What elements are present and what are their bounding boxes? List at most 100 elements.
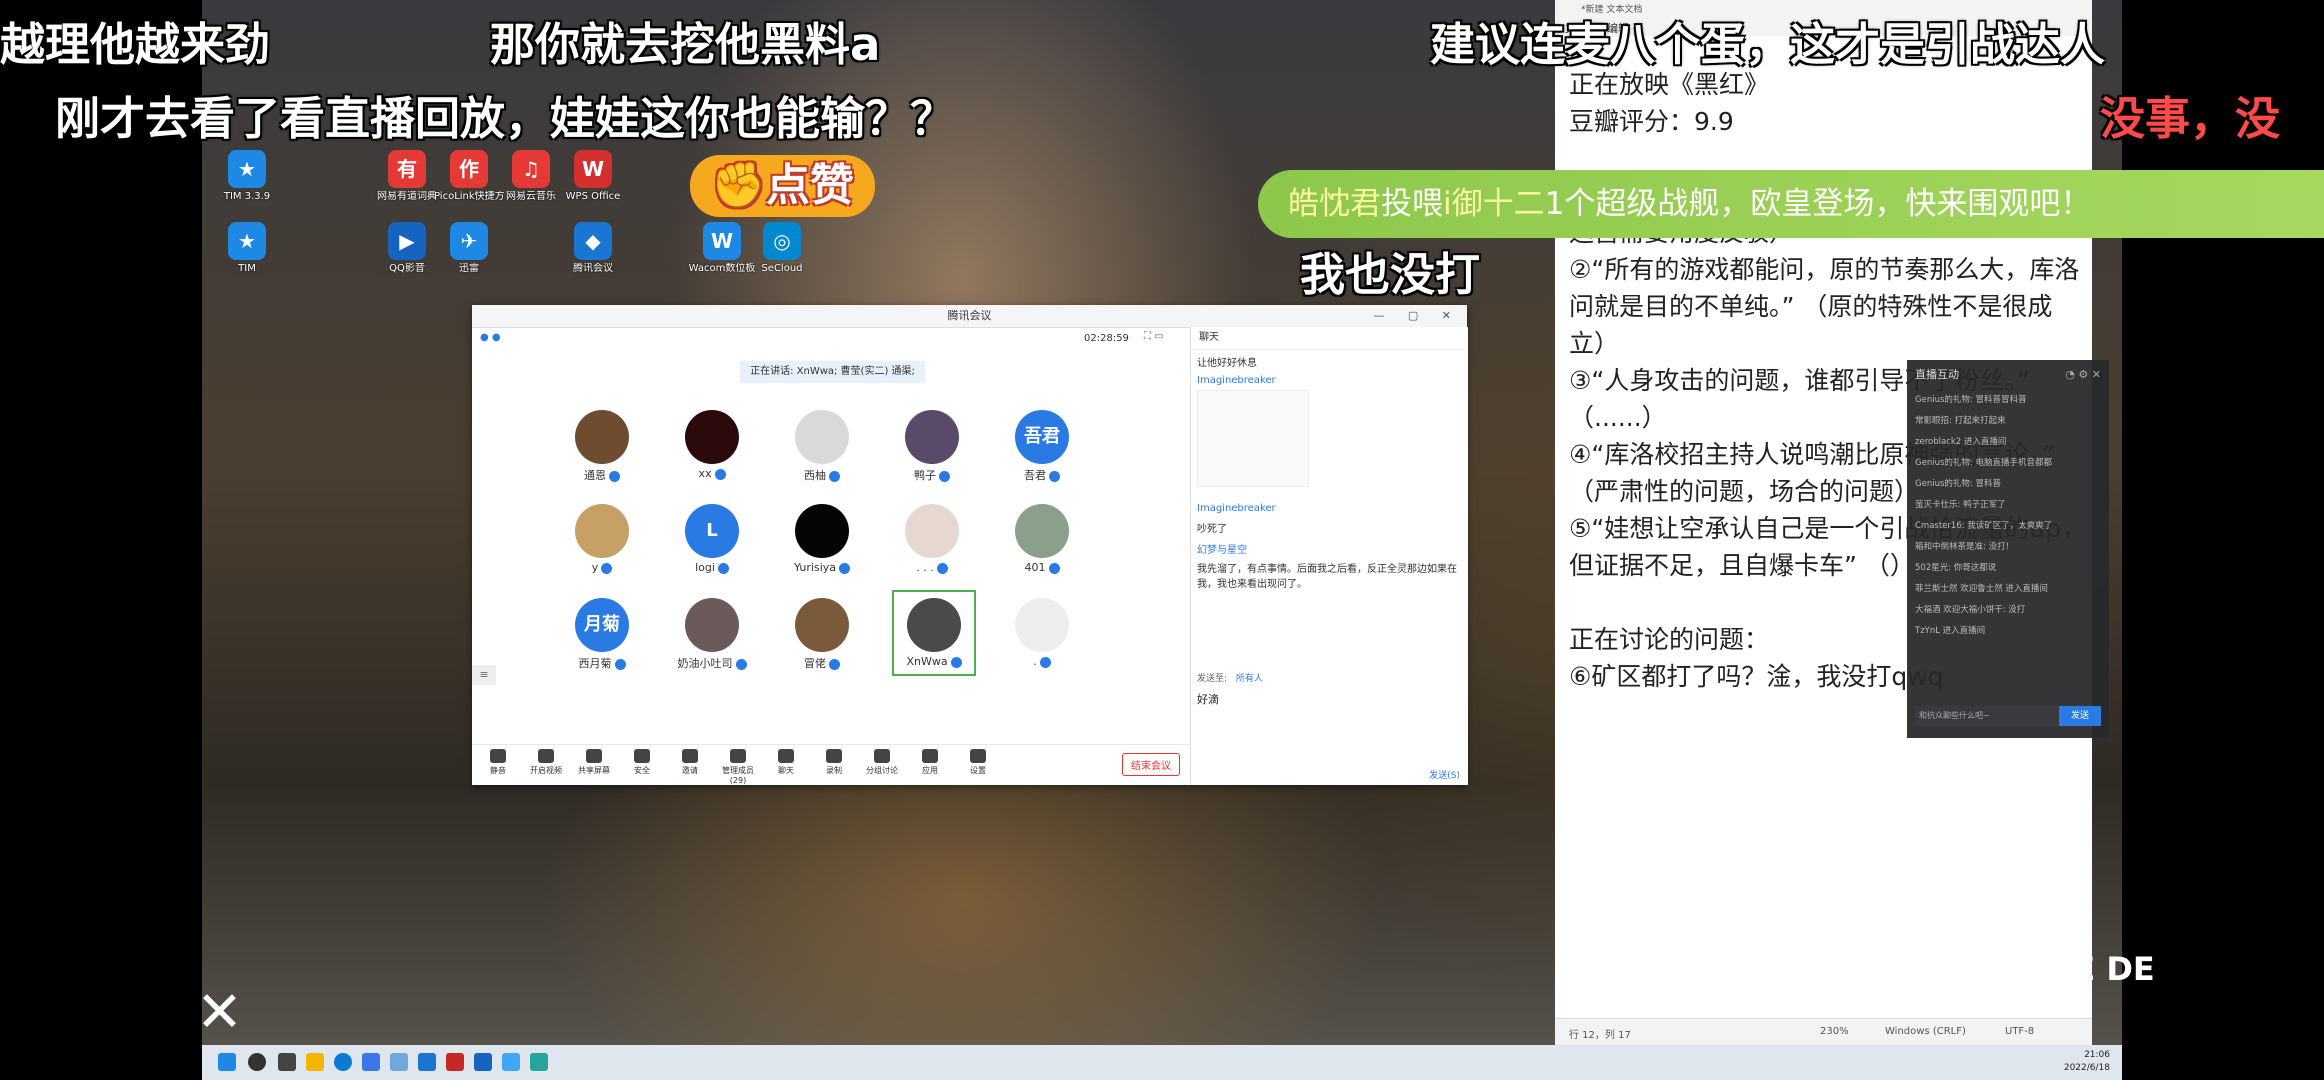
desktop-icon[interactable]: ★ TIM 3.3.9 <box>212 150 282 203</box>
toolbar-button[interactable]: 设置 <box>957 749 999 776</box>
toolbar-button[interactable]: 分组讨论 <box>861 749 903 776</box>
desktop-icon[interactable]: 有网易有道词典 <box>372 150 442 203</box>
participant-tile[interactable]: xx <box>672 410 752 480</box>
mic-icon <box>950 656 962 668</box>
participant-tile[interactable]: 月菊 西月菊 <box>562 598 642 671</box>
participant-tile[interactable]: 401 <box>1002 504 1082 574</box>
wps-icon: W <box>574 150 612 188</box>
chat-input[interactable]: 好滴 <box>1197 691 1461 761</box>
participant-name: 吾君 <box>1002 467 1082 483</box>
participant-tile[interactable]: 奶油小吐司 <box>672 598 752 671</box>
toolbar-label: 邀请 <box>682 766 698 775</box>
app-icon[interactable] <box>390 1053 408 1071</box>
fullscreen-icon[interactable]: ⛶ ▭ <box>1144 331 1164 342</box>
close-icon[interactable]: ◔ ⚙ ✕ <box>2065 360 2101 390</box>
mic-icon <box>936 562 948 574</box>
live-panel-title-text: 直播互动 <box>1915 368 1959 381</box>
toolbar-button[interactable]: 开启视频 <box>525 749 567 776</box>
task-view-icon[interactable] <box>278 1053 296 1071</box>
participant-avatar: 月菊 <box>575 598 629 652</box>
participant-avatar <box>575 410 629 464</box>
participant-tile[interactable]: y <box>562 504 642 574</box>
live-send-button[interactable]: 发送 <box>2059 706 2101 726</box>
system-clock[interactable]: 21:06 2022/6/18 <box>2064 1049 2110 1075</box>
desktop-icon[interactable]: ✈ 迅雷 <box>434 222 504 275</box>
desktop-icon[interactable]: ◎ SeCloud <box>747 222 817 275</box>
left-letterbox <box>0 0 202 1080</box>
notepad-icon[interactable] <box>530 1053 548 1071</box>
app-icon[interactable] <box>502 1053 520 1071</box>
chat-image-message[interactable] <box>1197 390 1309 487</box>
end-meeting-button[interactable]: 结束会议 <box>1122 753 1180 776</box>
mic-icon <box>829 470 840 482</box>
live-chat-input[interactable]: 和抗众聊些什么吧~ <box>1915 706 2069 726</box>
participant-tile[interactable]: 冒佬 <box>782 598 862 671</box>
desktop-icon[interactable]: ▶ QQ影音 <box>372 222 442 275</box>
send-to-select[interactable]: 所有人 <box>1236 674 1263 684</box>
participant-tile[interactable]: . . . <box>892 504 972 574</box>
mic-icon <box>717 562 729 574</box>
mic-icon <box>829 658 840 670</box>
live-panel-title: 直播互动 ◔ ⚙ ✕ <box>1907 360 2109 390</box>
toolbar-button[interactable]: 安全 <box>621 749 663 776</box>
meeting-window[interactable]: 腾讯会议 — ▢ ✕ ● ● 02:28:59 ⛶ ▭ 正在讲话: XnWwa;… <box>472 305 1468 785</box>
desktop-icon[interactable]: ♫ 网易云音乐 <box>496 150 566 203</box>
participant-tile[interactable]: Llogi <box>672 504 752 574</box>
desktop-icon[interactable]: 作 PicoLink快捷方式 <box>434 150 504 203</box>
participant-avatar: L <box>685 504 739 558</box>
tencent-meeting-icon[interactable] <box>418 1053 436 1071</box>
notepad-statusbar: 行 12，列 17 230% Windows (CRLF) UTF-8 <box>1555 1018 2092 1045</box>
app-icon[interactable] <box>474 1053 492 1071</box>
desktop-icon-label: TIM <box>238 263 256 274</box>
meeting-title: 腾讯会议 <box>947 309 992 322</box>
list-toggle-icon[interactable]: ≡ <box>472 665 496 685</box>
gift-detail: 1个超级战舰，欧皇登场，快来围观吧！ <box>1544 186 2092 222</box>
toolbar-button[interactable]: 聊天 <box>765 749 807 776</box>
netease-music-icon: ♫ <box>512 150 550 188</box>
participant-avatar <box>575 504 629 558</box>
toolbar-button[interactable]: 应用 <box>909 749 951 776</box>
app-icon[interactable] <box>362 1053 380 1071</box>
live-message: Genius的礼物: 电脑直播手机音都都 <box>1915 458 2052 468</box>
edge-icon[interactable] <box>334 1053 352 1071</box>
toolbar-button[interactable]: 管理成员(29) <box>717 749 759 785</box>
mic-icon <box>614 658 626 670</box>
toolbar-button[interactable]: 共享屏幕 <box>573 749 615 776</box>
desktop-icon[interactable]: ◆ 腾讯会议 <box>558 222 628 275</box>
mic-icon <box>735 658 747 670</box>
meeting-toolbar: 静音 开启视频 共享屏幕 安全 邀请 管理成员(29) 聊天 录制 分组讨论 应用 设置 结束会议 <box>472 744 1190 785</box>
participant-tile[interactable]: 吾君 吾君 <box>1002 410 1082 483</box>
live-message: 大福酒 欢迎大福小饼干: 没打 <box>1915 605 2026 615</box>
participant-tile[interactable]: XnWwa <box>892 590 976 676</box>
live-interaction-panel[interactable]: 直播互动 ◔ ⚙ ✕ Genius的礼物: 冒科普冒科普 常影眼招: 打起来打起来… <box>1907 360 2109 738</box>
close-icon[interactable]: ✕ <box>196 980 243 1045</box>
search-icon[interactable] <box>248 1053 266 1071</box>
send-button[interactable]: 发送(S) <box>1429 768 1460 781</box>
clock-date: 2022/6/18 <box>2063 1063 2110 1073</box>
toolbar-button[interactable]: 录制 <box>813 749 855 776</box>
start-icon[interactable] <box>218 1053 236 1071</box>
participant-tile[interactable]: Yurisiya <box>782 504 862 574</box>
participant-tile[interactable]: 鸭子 <box>892 410 972 483</box>
desktop-icon[interactable]: ★ TIM <box>212 222 282 275</box>
mic-icon <box>1048 562 1060 574</box>
desktop-icon-label: 网易有道词典 <box>377 191 437 202</box>
participant-name: . <box>1002 655 1082 668</box>
secloud-icon: ◎ <box>763 222 801 260</box>
gift-verb: 投喂 <box>1381 186 1443 222</box>
desktop-icon[interactable]: W WPS Office <box>558 150 628 203</box>
live-message: 常影眼招: 打起来打起来 <box>1915 416 2006 426</box>
mic-icon <box>601 562 613 574</box>
app-icon[interactable] <box>446 1053 464 1071</box>
window-controls[interactable]: — ▢ ✕ <box>1373 305 1461 327</box>
participant-tile[interactable]: . <box>1002 598 1082 668</box>
desktop-icon-label: TIM 3.3.9 <box>223 191 271 202</box>
danmaku-comment: 刚才去看了看直播回放，娃娃这你也能输？？ <box>55 92 956 145</box>
toolbar-button[interactable]: 邀请 <box>669 749 711 776</box>
participant-tile[interactable]: 西柚 <box>782 410 862 483</box>
participant-tile[interactable]: 通恩 <box>562 410 642 483</box>
toolbar-icon <box>778 749 794 763</box>
participant-avatar <box>795 598 849 652</box>
toolbar-button[interactable]: 静音 <box>477 749 519 776</box>
folder-icon[interactable] <box>306 1053 324 1071</box>
